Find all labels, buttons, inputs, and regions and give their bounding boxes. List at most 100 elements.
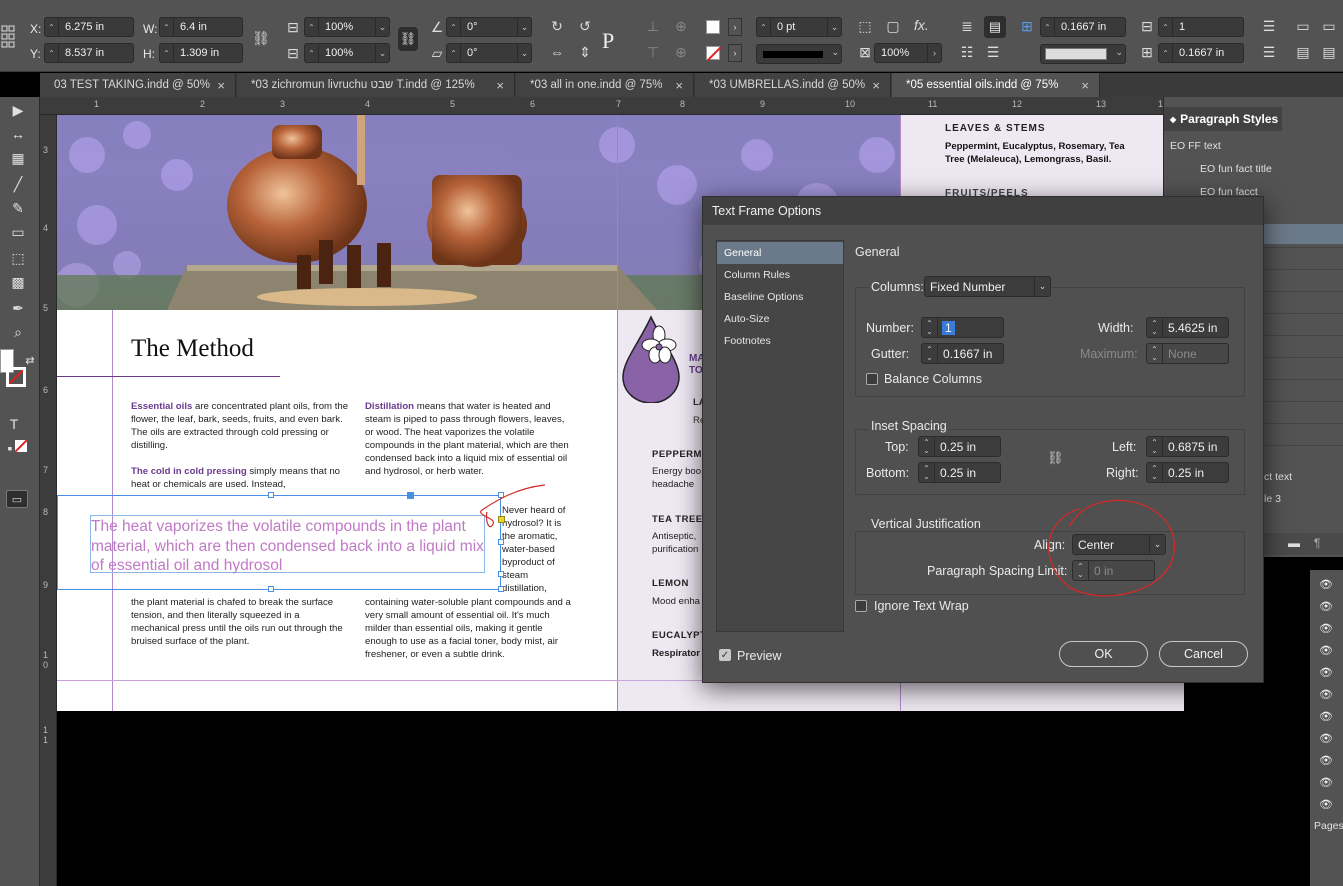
columns-field[interactable]: ⌃ 1 (1158, 17, 1244, 37)
width-field[interactable]: ⌃ ⌄ 5.4625 in (1146, 317, 1229, 338)
nav-general[interactable]: General (717, 242, 843, 264)
panel-icon-3[interactable]: ▭ (1320, 17, 1338, 35)
y-field[interactable]: ⌃ 8.537 in (44, 43, 134, 63)
bottom-field[interactable]: ⌃ ⌄ 0.25 in (918, 462, 1001, 483)
vertical-ruler[interactable]: 3 4 5 6 7 8 9 1 0 1 1 (40, 115, 57, 886)
effects-fx-icon[interactable]: fx. (914, 17, 929, 33)
panel-icon-4[interactable]: ▤ (1320, 43, 1338, 61)
tab-zichromun[interactable]: *03 zichromun livruchu שבט T.indd @ 125%… (237, 73, 515, 97)
close-icon[interactable]: × (872, 78, 880, 93)
distribute-center-icon[interactable]: ⊕ (672, 43, 690, 61)
tab-umbrellas[interactable]: *03 UMBRELLAS.indd @ 50% × (695, 73, 891, 97)
eye-icon[interactable]: 👁 (1318, 798, 1334, 811)
right-field[interactable]: ⌃ ⌄ 0.25 in (1146, 462, 1229, 483)
content-collector-icon[interactable]: ▦ (8, 149, 28, 167)
flip-horizontal-icon[interactable]: ⇔ (548, 43, 566, 61)
eye-icon[interactable]: 👁 (1318, 732, 1334, 745)
nav-auto-size[interactable]: Auto-Size (717, 308, 843, 330)
swap-colors-icon[interactable]: ⇄ (20, 351, 40, 369)
top-field[interactable]: ⌃ ⌄ 0.25 in (918, 436, 1001, 457)
corner-options-icon[interactable]: ▢ (884, 17, 902, 35)
text-wrap-none-icon[interactable]: ≣ (958, 17, 976, 35)
frame-handle[interactable] (268, 492, 274, 498)
style-item[interactable]: EO FF text (1164, 135, 1343, 157)
frame-handle[interactable] (407, 492, 414, 499)
align-center-icon[interactable]: ⊕ (672, 17, 690, 35)
w-field[interactable]: ⌃ 6.4 in (159, 17, 243, 37)
folder-icon[interactable]: ▬ (1288, 536, 1300, 550)
stroke-box[interactable] (6, 367, 26, 387)
gradient-tool-icon[interactable]: ▩ (8, 273, 28, 291)
maximum-field[interactable]: ⌃ ⌄ None (1146, 343, 1229, 364)
reference-point-icon[interactable] (0, 10, 22, 54)
text-tool-icon[interactable]: T (4, 415, 24, 433)
eye-icon[interactable]: 👁 (1318, 622, 1334, 635)
close-icon[interactable]: × (217, 78, 225, 93)
constrain-proportions-icon[interactable]: ⛓ (252, 29, 270, 47)
opacity-field[interactable]: 100% › (874, 43, 942, 63)
x-field[interactable]: ⌃ 6.275 in (44, 17, 134, 37)
fill-swatch[interactable] (706, 20, 720, 34)
nav-footnotes[interactable]: Footnotes (717, 330, 843, 352)
distribute-icon[interactable]: ⊤ (644, 43, 662, 61)
link-scale-icon[interactable]: ⛓ (398, 27, 418, 51)
fill-dropdown-icon[interactable]: › (728, 18, 742, 36)
apply-none-icon[interactable] (14, 439, 28, 453)
eye-icon[interactable]: 👁 (1318, 688, 1334, 701)
pencil-tool-icon[interactable]: ✎ (8, 199, 28, 217)
shear-field[interactable]: ⌃ 0° ⌄ (446, 43, 532, 63)
text-wrap-jump-icon[interactable]: ☰ (984, 43, 1002, 61)
eye-icon[interactable]: 👁 (1318, 710, 1334, 723)
gutter-field[interactable]: ⌃ ⌄ 0.1667 in (921, 343, 1004, 364)
dialog-title[interactable]: Text Frame Options (703, 197, 1263, 225)
stroke-dropdown-icon[interactable]: › (728, 44, 742, 62)
link-inset-icon[interactable]: ⛓ (1047, 450, 1064, 466)
stroke-swatch[interactable] (706, 46, 722, 62)
eye-icon[interactable]: 👁 (1318, 754, 1334, 767)
rotate-ccw-icon[interactable]: ↺ (576, 17, 594, 35)
collapse-icon[interactable]: ◆ (1170, 115, 1176, 124)
style-item[interactable]: le 3 (1264, 488, 1343, 510)
tab-test-taking[interactable]: 03 TEST TAKING.indd @ 50% × (40, 73, 236, 97)
zoom-tool-icon[interactable]: ⌕ (8, 323, 28, 341)
gap-tool-icon[interactable]: ↔ (8, 125, 28, 143)
eye-icon[interactable]: 👁 (1318, 666, 1334, 679)
align-justify-icon[interactable]: ☰ (1260, 43, 1278, 61)
columns-dropdown[interactable]: Fixed Number ⌄ (924, 276, 1051, 297)
frame-handle[interactable] (498, 586, 504, 592)
frame-type-dropdown[interactable]: ⌄ (1040, 44, 1126, 64)
rotation-field[interactable]: ⌃ 0° ⌄ (446, 17, 532, 37)
frame-handle[interactable] (498, 571, 504, 577)
close-icon[interactable]: × (1081, 78, 1089, 93)
eye-icon[interactable]: 👁 (1318, 600, 1334, 613)
text-wrap-shape-icon[interactable]: ☷ (958, 43, 976, 61)
panel-icon-2[interactable]: ▤ (1294, 43, 1312, 61)
style-item[interactable]: ct text (1264, 466, 1343, 488)
number-field[interactable]: ⌃ ⌄ 1 (921, 317, 1004, 338)
rotate-cw-icon[interactable]: ↻ (548, 17, 566, 35)
preview-checkbox[interactable]: ✓ (719, 649, 731, 661)
free-transform-icon[interactable]: ⬚ (8, 249, 28, 267)
align-left-icon[interactable]: ☰ (1260, 17, 1278, 35)
tab-all-in-one[interactable]: *03 all in one.indd @ 75% × (516, 73, 694, 97)
scale-y-field[interactable]: ⌃ 100% ⌄ (304, 43, 390, 63)
eye-icon[interactable]: 👁 (1318, 644, 1334, 657)
flip-vertical-icon[interactable]: ⇕ (576, 43, 594, 61)
frame-fitting-icon[interactable]: ⬚ (856, 17, 874, 35)
cancel-button[interactable]: Cancel (1159, 641, 1248, 667)
pages-tab[interactable]: Pages (1314, 820, 1343, 832)
nav-column-rules[interactable]: Column Rules (717, 264, 843, 286)
selection-tool-icon[interactable]: ▶ (8, 101, 28, 119)
screen-mode-icon[interactable]: ▭ (6, 490, 28, 508)
close-icon[interactable]: × (675, 78, 683, 93)
paragraph-mark-icon[interactable]: P (602, 28, 626, 53)
frame-handle[interactable] (268, 586, 274, 592)
nav-baseline-options[interactable]: Baseline Options (717, 286, 843, 308)
panel-icon-1[interactable]: ▭ (1294, 17, 1312, 35)
gutter-field-2[interactable]: ⌃ 0.1667 in (1158, 43, 1244, 63)
align-top-icon[interactable]: ⊥ (644, 17, 662, 35)
style-item[interactable]: EO fun fact title (1164, 158, 1343, 180)
paragraph-styles-tab[interactable]: ◆ Paragraph Styles (1164, 107, 1282, 131)
ok-button[interactable]: OK (1059, 641, 1148, 667)
rectangle-tool-icon[interactable]: ▭ (8, 223, 28, 241)
